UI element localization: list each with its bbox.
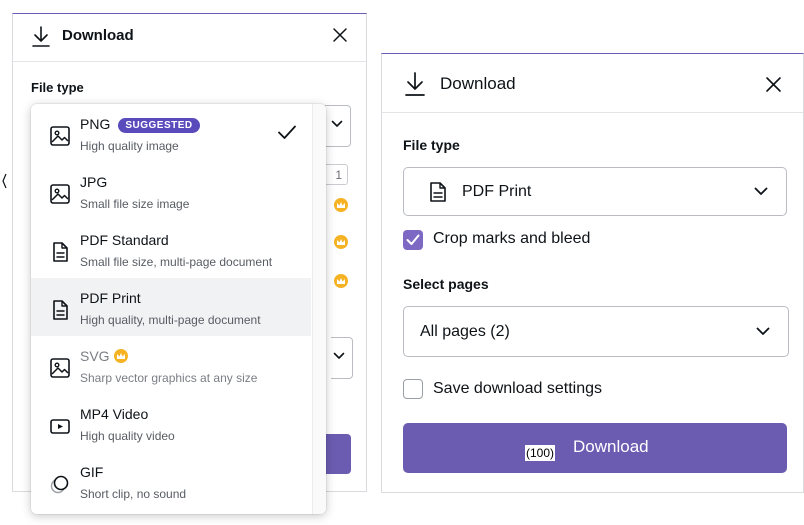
option-description: High quality, multi-page document xyxy=(80,313,261,327)
file-type-option-png[interactable]: PNG SUGGESTED High quality image xyxy=(31,104,311,162)
premium-crown-icon xyxy=(334,235,348,249)
option-description: Short clip, no sound xyxy=(80,487,187,501)
file-type-option-pdf-print[interactable]: PDF Print High quality, multi-page docum… xyxy=(31,278,311,336)
option-name: JPG xyxy=(80,174,108,190)
download-screens: Download File type 1 PNG SUGGESTED High … xyxy=(0,0,804,525)
download-icon xyxy=(32,26,50,47)
download-panel-right: Download File type PDF Print Crop marks … xyxy=(381,53,804,493)
document-icon xyxy=(53,242,68,262)
pages-value: All pages (2) xyxy=(420,323,510,340)
checkmark-icon xyxy=(406,234,420,245)
chevron-down-icon xyxy=(756,327,770,335)
crop-marks-label[interactable]: Crop marks and bleed xyxy=(433,230,590,248)
option-name: PDF Print xyxy=(80,290,141,306)
download-button[interactable] xyxy=(325,434,351,474)
stray-mark xyxy=(2,173,7,189)
option-description: Sharp vector graphics at any size xyxy=(80,371,258,385)
document-icon xyxy=(430,182,446,202)
option-description: Small file size, multi-page document xyxy=(80,255,273,269)
download-icon xyxy=(405,72,425,96)
file-type-value: PDF Print xyxy=(462,183,532,200)
option-description: High quality video xyxy=(80,429,175,443)
option-name: PNG xyxy=(80,116,111,132)
size-input[interactable]: 1 xyxy=(324,164,348,185)
panel-title: Download xyxy=(62,27,134,44)
option-description: Small file size image xyxy=(80,197,190,211)
chevron-down-icon xyxy=(333,352,345,359)
option-name: MP4 Video xyxy=(80,406,149,422)
file-type-label: File type xyxy=(31,80,84,95)
panel-header: Download xyxy=(382,54,803,113)
save-settings-checkbox[interactable] xyxy=(403,379,423,399)
panel-header: Download xyxy=(13,14,366,62)
pages-select[interactable] xyxy=(331,337,353,379)
crop-marks-checkbox[interactable] xyxy=(403,230,423,250)
file-type-dropdown: PNG SUGGESTED High quality image JPG Smal… xyxy=(31,104,326,514)
pages-select[interactable]: All pages (2) xyxy=(403,306,789,357)
file-type-option-pdf-standard[interactable]: PDF Standard Small file size, multi-page… xyxy=(31,220,311,278)
panel-title: Download xyxy=(440,74,516,93)
checkmark-icon xyxy=(278,125,296,139)
video-icon xyxy=(50,419,70,434)
close-icon[interactable] xyxy=(331,26,349,44)
option-name: SVG xyxy=(80,348,110,364)
download-button[interactable]: Download (100) xyxy=(403,423,787,473)
option-description: High quality image xyxy=(80,139,179,153)
image-icon xyxy=(50,358,70,378)
option-name: GIF xyxy=(80,464,104,480)
chevron-down-icon xyxy=(331,120,343,127)
overlay-tag: (100) xyxy=(525,445,556,461)
document-icon xyxy=(53,300,68,320)
file-type-option-svg[interactable]: SVG Sharp vector graphics at any size xyxy=(31,336,311,394)
file-type-select[interactable] xyxy=(325,105,351,147)
premium-crown-icon xyxy=(334,274,348,288)
image-icon xyxy=(50,184,70,204)
file-type-label: File type xyxy=(403,137,460,153)
file-type-option-jpg[interactable]: JPG Small file size image xyxy=(31,162,311,220)
option-name: PDF Standard xyxy=(80,232,169,248)
chevron-down-icon xyxy=(754,187,768,195)
image-icon xyxy=(50,126,70,146)
suggested-badge: SUGGESTED xyxy=(118,118,200,133)
close-icon[interactable] xyxy=(764,75,783,94)
select-pages-label: Select pages xyxy=(403,276,489,292)
file-type-option-mp4[interactable]: MP4 Video High quality video xyxy=(31,394,311,452)
file-type-option-gif[interactable]: GIF Short clip, no sound xyxy=(31,452,311,510)
dropdown-scrollbar[interactable] xyxy=(312,104,326,514)
gif-icon xyxy=(50,475,69,494)
premium-crown-icon xyxy=(113,349,128,363)
download-button-label: Download xyxy=(573,437,649,456)
file-type-select[interactable]: PDF Print xyxy=(403,167,787,216)
premium-crown-icon xyxy=(334,198,348,212)
save-settings-label[interactable]: Save download settings xyxy=(433,380,602,398)
